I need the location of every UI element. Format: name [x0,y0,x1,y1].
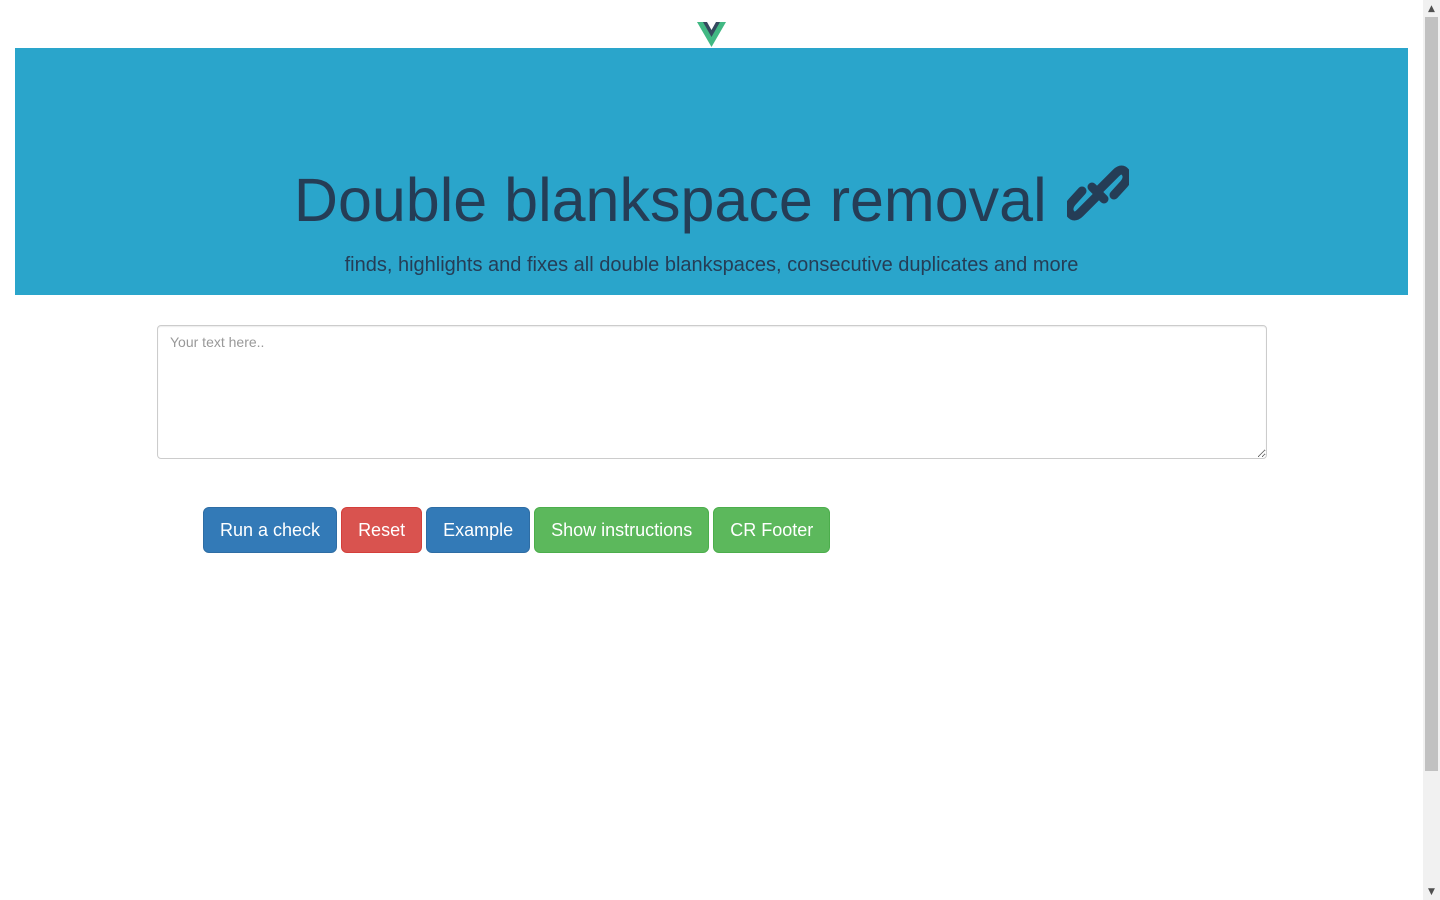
vertical-scrollbar[interactable]: ▲ ▼ [1423,0,1440,900]
vue-logo-icon [697,22,726,47]
cr-footer-button[interactable]: CR Footer [713,507,831,553]
show-instructions-button[interactable]: Show instructions [534,507,710,553]
link-icon [1067,165,1130,221]
hero-banner: Double blankspace removal finds, highlig… [15,48,1408,295]
example-button[interactable]: Example [426,507,531,553]
scroll-up-arrow-icon[interactable]: ▲ [1423,0,1440,17]
text-input[interactable] [157,325,1267,459]
hero-subtitle: finds, highlights and fixes all double b… [344,254,1079,276]
page: Double blankspace removal finds, highlig… [0,0,1440,900]
scroll-down-arrow-icon[interactable]: ▼ [1423,883,1440,900]
run-check-button[interactable]: Run a check [203,507,338,553]
page-title: Double blankspace removal [293,166,1047,234]
scrollbar-thumb[interactable] [1425,17,1438,771]
hero-title-row: Double blankspace removal [15,160,1408,240]
reset-button[interactable]: Reset [341,507,423,553]
action-buttons: Run a check Reset Example Show instructi… [203,507,831,553]
